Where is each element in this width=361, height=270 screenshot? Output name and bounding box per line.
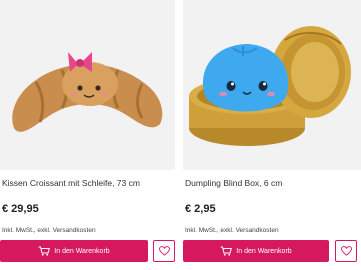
- product-card-dumpling: Dumpling Blind Box, 6 cm € 2,95 Inkl. Mw…: [183, 0, 361, 270]
- heart-icon: [158, 244, 170, 259]
- product-image-dumpling[interactable]: [183, 0, 361, 170]
- add-to-cart-label: In den Warenkorb: [54, 247, 110, 255]
- product-title[interactable]: Kissen Croissant mit Schleife, 73 cm: [2, 178, 140, 188]
- product-card-croissant: Kissen Croissant mit Schleife, 73 cm € 2…: [0, 0, 175, 270]
- product-image-croissant[interactable]: [0, 0, 175, 170]
- product-title[interactable]: Dumpling Blind Box, 6 cm: [185, 178, 282, 188]
- product-price: € 29,95: [2, 203, 39, 215]
- cart-icon: [220, 246, 233, 256]
- dumpling-blind-box-image: [189, 26, 351, 146]
- wishlist-button[interactable]: [335, 240, 357, 262]
- tax-note: Inkl. MwSt., exkl. Versandkosten: [185, 227, 279, 234]
- add-to-cart-button[interactable]: In den Warenkorb: [0, 240, 148, 262]
- wishlist-button[interactable]: [153, 240, 175, 262]
- add-to-cart-label: In den Warenkorb: [236, 247, 292, 255]
- croissant-plush-image: [12, 52, 163, 132]
- heart-icon: [340, 244, 352, 259]
- add-to-cart-button[interactable]: In den Warenkorb: [183, 240, 329, 262]
- product-price: € 2,95: [185, 203, 216, 215]
- cart-icon: [38, 246, 51, 256]
- tax-note: Inkl. MwSt., exkl. Versandkosten: [2, 227, 96, 234]
